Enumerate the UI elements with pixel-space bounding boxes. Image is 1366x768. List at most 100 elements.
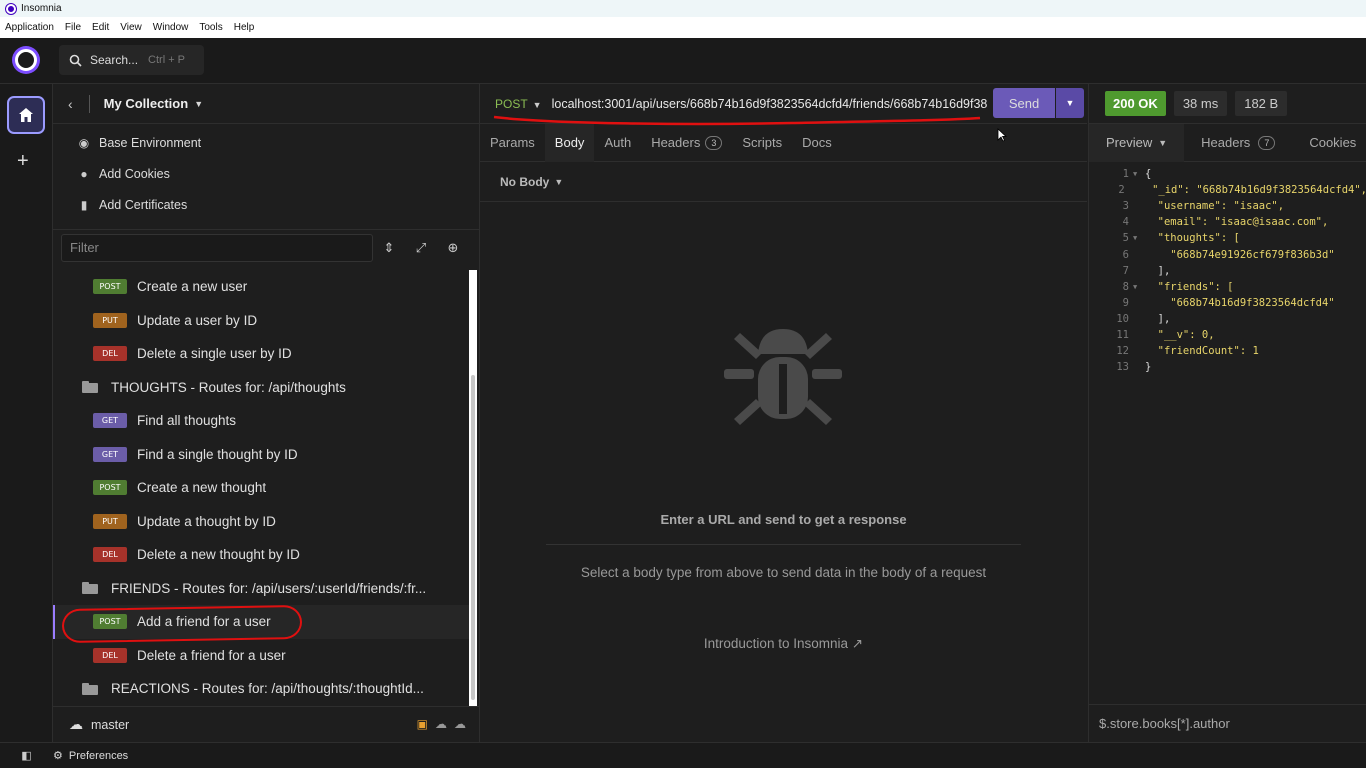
push-icon[interactable]: ☁ <box>454 717 466 731</box>
tab-preview[interactable]: Preview ▼ <box>1089 123 1185 162</box>
list-item[interactable]: DEL Delete a new thought by ID <box>53 538 473 572</box>
add-cookies-item[interactable]: ● Add Cookies <box>53 158 479 189</box>
request-label: Delete a new thought by ID <box>137 547 300 563</box>
empty-state-subtitle: Select a body type from above to send da… <box>580 565 987 580</box>
menu-tools[interactable]: Tools <box>199 22 222 33</box>
preferences-button[interactable]: Preferences <box>69 750 128 762</box>
back-chevron-icon[interactable]: ‹ <box>68 96 73 112</box>
base-environment-item[interactable]: ◉ Base Environment <box>53 127 479 158</box>
list-item[interactable]: DEL Delete a single user by ID <box>53 337 473 371</box>
menu-view[interactable]: View <box>120 22 142 33</box>
fold-icon[interactable]: ▼ <box>1133 283 1145 291</box>
list-item[interactable]: POST Create a new user <box>53 270 473 304</box>
send-button[interactable]: Send <box>993 88 1055 118</box>
request-label: Find a single thought by ID <box>137 446 298 462</box>
count-badge: 7 <box>1258 135 1276 150</box>
sidebar-header: ‹ My Collection ▼ <box>53 84 479 124</box>
url-bar: POST ▼ localhost:3001/api/users/668b74b16… <box>480 84 1087 126</box>
response-pane: 200 OK 38 ms 182 B Preview ▼ Headers 7 Coo… <box>1088 84 1366 742</box>
app-logo-icon[interactable] <box>12 46 40 74</box>
folder-item[interactable]: THOUGHTS - Routes for: /api/thoughts <box>53 371 473 405</box>
gear-icon[interactable]: ⚙ <box>53 749 63 762</box>
commit-icon[interactable]: ▣ <box>417 717 428 731</box>
folder-item[interactable]: REACTIONS - Routes for: /api/thoughts/:t… <box>53 672 473 706</box>
sidebar-scrollbar[interactable] <box>469 270 477 706</box>
method-badge: GET <box>93 413 127 429</box>
bug-icon <box>724 329 842 425</box>
scrollbar-thumb[interactable] <box>471 375 475 700</box>
git-sync-bar: ☁ master ▣ ☁ ☁ <box>53 706 480 742</box>
list-item[interactable]: GET Find a single thought by ID <box>53 438 473 472</box>
add-circle-icon[interactable]: ⊕ <box>437 240 469 256</box>
url-input[interactable]: localhost:3001/api/users/668b74b16d9f382… <box>552 97 988 111</box>
toggle-sidebar-icon[interactable]: ◧ <box>0 749 53 762</box>
body-type-select[interactable]: No Body ▼ <box>480 162 1087 202</box>
expand-icon[interactable]: ⤢ <box>405 240 437 256</box>
tab-cookies[interactable]: Cookies <box>1292 124 1366 162</box>
code-line: 1 ▼{ <box>1122 168 1152 181</box>
list-item[interactable]: GET Find all thoughts <box>53 404 473 438</box>
folder-item[interactable]: FRIENDS - Routes for: /api/users/:userId… <box>53 572 473 606</box>
method-select[interactable]: POST ▼ <box>495 97 552 111</box>
request-tree: POST Create a new user PUT Update a user b… <box>53 270 473 706</box>
tab-response-headers[interactable]: Headers 7 <box>1184 124 1292 162</box>
fold-icon[interactable]: ▼ <box>1133 170 1145 178</box>
method-badge: PUT <box>93 513 127 529</box>
chevron-down-icon[interactable]: ▼ <box>194 99 203 109</box>
collection-sidebar: ‹ My Collection ▼ ◉ Base Environment ● A… <box>53 84 480 742</box>
send-options-button[interactable]: ▼ <box>1056 88 1084 118</box>
branch-name[interactable]: master <box>91 718 129 732</box>
list-item[interactable]: POST Create a new thought <box>53 471 473 505</box>
add-certificates-item[interactable]: ▮ Add Certificates <box>53 189 479 220</box>
home-button[interactable] <box>7 96 45 134</box>
code-line: 11 "__v": 0, <box>1116 328 1215 341</box>
home-icon <box>19 108 33 122</box>
collection-title[interactable]: My Collection <box>104 96 189 111</box>
globe-icon: ◉ <box>78 135 90 150</box>
add-project-button[interactable]: + <box>17 150 29 173</box>
list-item[interactable]: DEL Delete a friend for a user <box>53 639 473 673</box>
menu-edit[interactable]: Edit <box>92 22 109 33</box>
folder-icon <box>82 682 98 695</box>
menu-help[interactable]: Help <box>234 22 255 33</box>
folder-icon <box>82 582 98 595</box>
folder-icon <box>82 381 98 394</box>
tab-headers[interactable]: Headers 3 <box>641 124 732 162</box>
filter-input[interactable]: Filter <box>61 233 373 262</box>
menu-file[interactable]: File <box>65 22 81 33</box>
tab-auth[interactable]: Auth <box>594 124 641 162</box>
tab-body[interactable]: Body <box>544 123 595 162</box>
request-label: Create a new user <box>137 279 248 295</box>
method-badge: POST <box>93 480 127 496</box>
search-button[interactable]: Search... Ctrl + P <box>59 45 204 75</box>
certificate-icon: ▮ <box>80 197 88 212</box>
code-line: 4 "email": "isaac@isaac.com", <box>1122 216 1329 229</box>
tab-scripts[interactable]: Scripts <box>732 124 792 162</box>
sort-icon[interactable]: ⇕ <box>373 240 405 256</box>
code-line: 5 ▼ "thoughts": [ <box>1122 232 1240 245</box>
method-badge: DEL <box>93 647 127 663</box>
menu-window[interactable]: Window <box>153 22 189 33</box>
request-label: Add a friend for a user <box>137 614 271 630</box>
chevron-down-icon: ▼ <box>1158 137 1168 148</box>
folder-label: REACTIONS - Routes for: /api/thoughts/:t… <box>111 681 424 697</box>
code-line: 8 ▼ "friends": [ <box>1122 280 1234 293</box>
status-badge: 200 OK <box>1105 91 1166 116</box>
tab-label: Headers <box>651 135 701 150</box>
response-filter-input[interactable]: $.store.books[*].author <box>1089 704 1366 742</box>
tab-params[interactable]: Params <box>480 124 545 162</box>
pull-icon[interactable]: ☁ <box>435 717 447 731</box>
window-title: Insomnia <box>21 3 62 14</box>
external-link-icon: ↗ <box>851 636 864 651</box>
list-item[interactable]: PUT Update a user by ID <box>53 304 473 338</box>
empty-state-title: Enter a URL and send to get a response <box>660 512 907 527</box>
window-titlebar: Insomnia <box>0 0 1366 17</box>
menu-application[interactable]: Application <box>5 22 54 33</box>
request-tabs: Params Body Auth Headers 3 Scripts Docs <box>480 123 1087 162</box>
list-item-active[interactable]: POST Add a friend for a user <box>53 604 473 644</box>
list-item[interactable]: PUT Update a thought by ID <box>53 505 473 539</box>
response-size: 182 B <box>1235 91 1288 116</box>
tab-docs[interactable]: Docs <box>792 124 842 162</box>
intro-link[interactable]: Introduction to Insomnia ↗ <box>480 636 1087 652</box>
fold-icon[interactable]: ▼ <box>1133 234 1145 242</box>
